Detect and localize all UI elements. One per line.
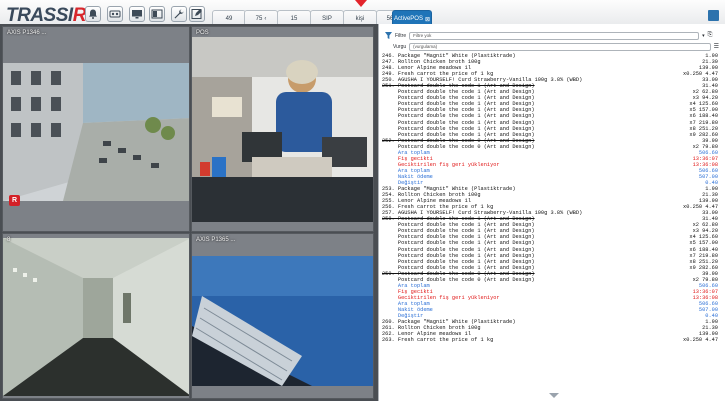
highlight-input[interactable]: (vurgulama): [409, 42, 711, 51]
filter-row: Filtre Filtre yok ▾ ⎘: [385, 31, 719, 40]
scroll-down-icon[interactable]: [549, 393, 559, 398]
edit-icon: [191, 9, 202, 19]
camera-label: AXIS P1346 ...: [7, 30, 47, 36]
monitor-icon: [132, 10, 142, 19]
tab-label: SIP: [322, 16, 332, 22]
camera-feed-pos: [192, 37, 373, 222]
camera-tile-2[interactable]: POS: [191, 26, 374, 232]
monitor-button[interactable]: [129, 6, 145, 22]
camera-label: POS: [196, 30, 209, 36]
filter-select[interactable]: Filtre yok: [409, 31, 700, 40]
bell-icon: [89, 9, 97, 19]
receipt-line: 263. Fresh carrot the price of 1 kg x0.25…: [382, 337, 720, 343]
wrench-icon: [174, 9, 184, 19]
trassir-client-window: TRASSIR 49 75 ‹ 15 SIP kişi 56 ActivePOS ⊠: [0, 0, 725, 401]
cassette-icon: [109, 10, 121, 18]
tab-label: 15: [290, 16, 298, 22]
window-menu-button[interactable]: [708, 10, 719, 21]
logo-accent-letter: R: [72, 5, 87, 26]
camera-tile-1[interactable]: AXIS P1346 ... R: [2, 26, 190, 232]
camera-label: 8: [7, 237, 11, 243]
highlight-row: Vurgu (vurgulama) ☰: [385, 42, 719, 51]
activepos-panel: Filtre Filtre yok ▾ ⎘ Vurgu (vurgulama) …: [378, 24, 725, 401]
receipt-line-value: x0.250 4.47: [683, 337, 718, 344]
filter-label: Filtre: [395, 32, 407, 39]
logo-text: TRASSI: [6, 5, 73, 26]
receipt-log[interactable]: 246. Package "Magnit" White (Plastiktrad…: [382, 53, 720, 393]
notifications-button[interactable]: [85, 6, 101, 22]
camera-label: AXIS P1365 ...: [196, 237, 236, 243]
document-icon[interactable]: ☰: [714, 43, 719, 50]
tab-label: 49: [225, 16, 233, 22]
camera-feed-tower: [192, 256, 373, 386]
receipt-line-text: 263. Fresh carrot the price of 1 kg: [382, 337, 494, 344]
camera-tile-3[interactable]: 8: [2, 233, 190, 399]
layout-icon: [151, 9, 163, 19]
chevron-down-icon[interactable]: ▾: [702, 33, 705, 39]
filter-icon: [385, 32, 392, 39]
camera-tile-4[interactable]: AXIS P1365 ...: [191, 233, 374, 399]
filter-bar: Filtre Filtre yok ▾ ⎘ Vurgu (vurgulama) …: [379, 28, 725, 51]
highlight-label: Vurgu: [393, 43, 407, 50]
tab-label: ActivePOS: [393, 16, 423, 22]
close-icon[interactable]: ⊠: [425, 16, 430, 23]
record-badge[interactable]: R: [9, 195, 20, 206]
archive-button[interactable]: [107, 6, 123, 22]
tab-label: 75: [255, 16, 263, 22]
layout-button[interactable]: [149, 6, 165, 22]
camera-feed-corridor: [3, 238, 189, 396]
edit-layout-button[interactable]: [189, 6, 205, 22]
active-indicator-marker: [355, 0, 367, 7]
tab-label: kişi: [355, 16, 365, 22]
export-icon[interactable]: ⎘: [708, 32, 713, 39]
settings-button[interactable]: [171, 6, 187, 22]
camera-grid: AXIS P1346 ... R POS 8 AXIS P1365 ...: [0, 24, 378, 401]
camera-feed-courtyard: [3, 63, 189, 201]
share-icon: ‹: [264, 16, 267, 22]
